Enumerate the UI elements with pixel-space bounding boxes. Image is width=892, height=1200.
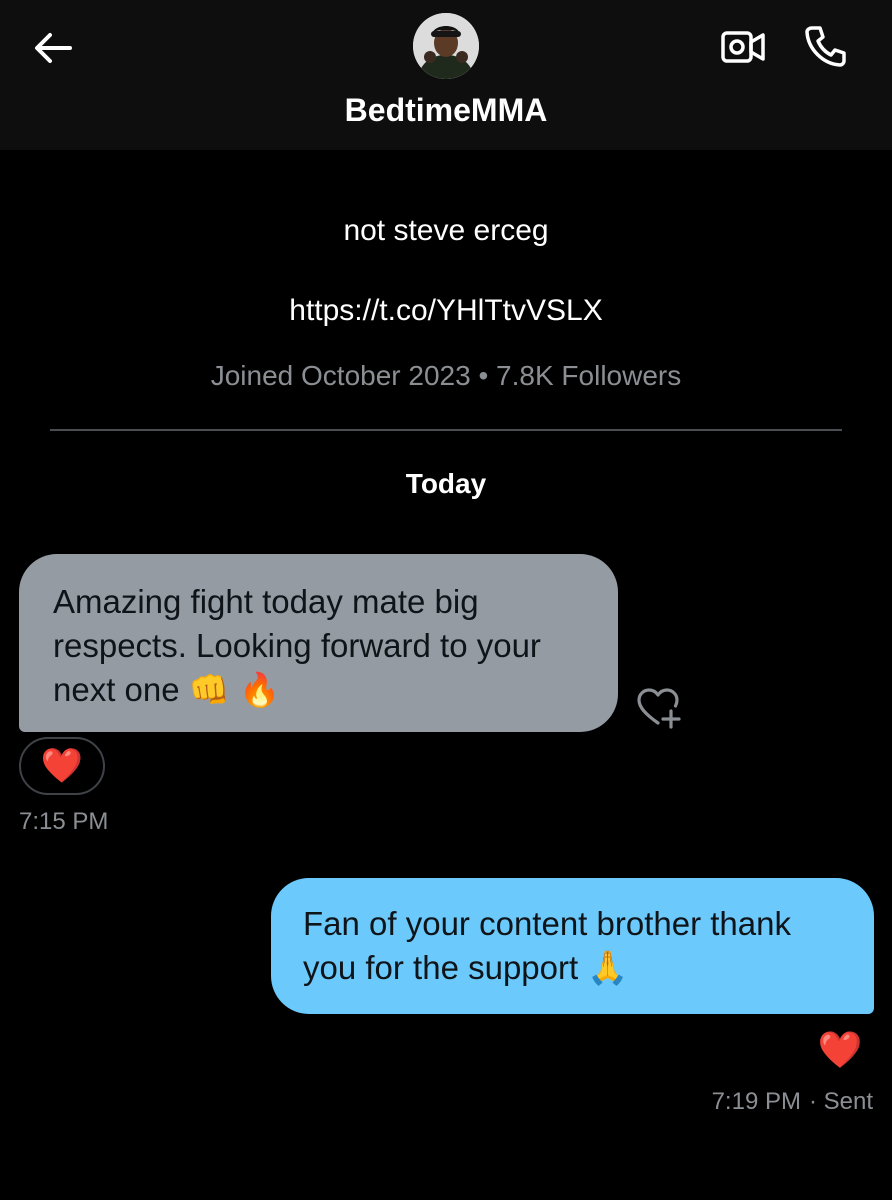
heart-plus-icon (637, 688, 681, 729)
conversation-title[interactable]: BedtimeMMA (0, 92, 892, 129)
heart-reaction-icon: ❤️ (40, 746, 84, 786)
message-timestamp: 7:15 PM (19, 808, 109, 835)
message-status: · Sent (808, 1088, 873, 1115)
message-text: Amazing fight today mate big respects. L… (53, 583, 541, 708)
message-timestamp-status: 7:19 PM · Sent (704, 1088, 873, 1116)
dm-conversation-screen: BedtimeMMA not steve erceg https://t.co/… (0, 0, 892, 1200)
conversation-header: BedtimeMMA (0, 0, 892, 150)
heart-reaction-icon[interactable]: ❤️ (816, 1026, 864, 1074)
phone-icon (805, 26, 846, 67)
back-button[interactable] (28, 24, 76, 72)
avatar-image (413, 13, 479, 79)
heart-reaction-emoji: ❤️ (817, 1030, 863, 1071)
profile-link[interactable]: https://t.co/YHlTtvVSLX (0, 294, 892, 328)
arrow-left-icon (35, 33, 72, 63)
outgoing-message-bubble[interactable]: Fan of your content brother thank you fo… (271, 878, 874, 1014)
voice-call-button[interactable] (800, 20, 852, 72)
video-camera-icon (721, 31, 765, 63)
video-call-button[interactable] (718, 22, 768, 72)
divider (50, 429, 842, 431)
incoming-message-bubble[interactable]: Amazing fight today mate big respects. L… (19, 554, 618, 732)
profile-bio: not steve erceg (343, 214, 549, 247)
profile-meta: Joined October 2023 • 7.8K Followers (210, 360, 682, 391)
message-text: Fan of your content brother thank you fo… (303, 905, 791, 986)
avatar[interactable] (413, 13, 479, 79)
add-reaction-button[interactable] (634, 686, 682, 730)
message-timestamp: 7:19 PM (711, 1088, 801, 1115)
date-separator: Today (405, 468, 487, 499)
reaction-pill[interactable]: ❤️ (19, 737, 105, 795)
